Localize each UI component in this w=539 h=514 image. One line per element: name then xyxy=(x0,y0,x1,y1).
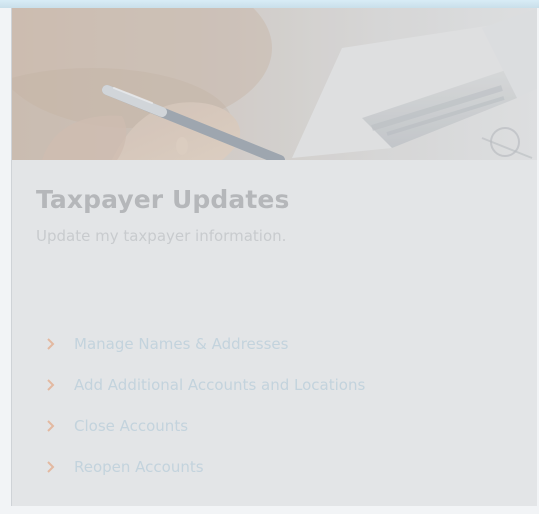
link-manage-names-addresses[interactable]: Manage Names & Addresses xyxy=(36,334,365,375)
hero-photo-hand-pen-laptop-icon xyxy=(12,8,537,160)
link-add-additional-accounts-locations[interactable]: Add Additional Accounts and Locations xyxy=(36,375,365,416)
chevron-right-icon xyxy=(36,375,74,395)
link-label[interactable]: Manage Names & Addresses xyxy=(74,334,288,354)
link-label[interactable]: Reopen Accounts xyxy=(74,457,204,477)
card-content: Taxpayer Updates Update my taxpayer info… xyxy=(36,184,516,246)
link-reopen-accounts[interactable]: Reopen Accounts xyxy=(36,457,365,498)
chevron-right-icon xyxy=(36,334,74,354)
taxpayer-updates-card: Taxpayer Updates Update my taxpayer info… xyxy=(11,8,537,506)
hero-image xyxy=(12,8,537,160)
link-label[interactable]: Add Additional Accounts and Locations xyxy=(74,375,365,395)
chevron-right-icon xyxy=(36,457,74,477)
link-list: Manage Names & Addresses Add Additional … xyxy=(36,334,365,498)
page: Taxpayer Updates Update my taxpayer info… xyxy=(0,0,539,514)
link-label[interactable]: Close Accounts xyxy=(74,416,188,436)
card-subtitle: Update my taxpayer information. xyxy=(36,227,287,245)
card-title: Taxpayer Updates xyxy=(36,185,290,214)
top-accent-bar xyxy=(0,0,539,8)
chevron-right-icon xyxy=(36,416,74,436)
link-close-accounts[interactable]: Close Accounts xyxy=(36,416,365,457)
